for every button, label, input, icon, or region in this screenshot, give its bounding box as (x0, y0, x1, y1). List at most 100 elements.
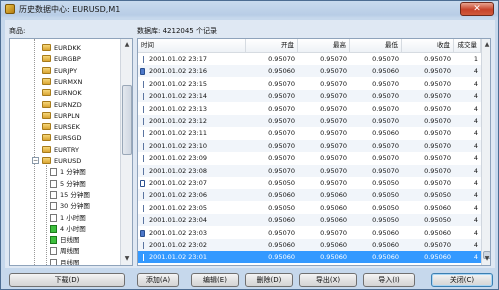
tree-item-eurnok[interactable]: EURNOK (32, 88, 118, 98)
cell-high: 0.95070 (320, 117, 347, 125)
scroll-down-icon[interactable]: ▼ (122, 254, 132, 264)
window-close-icon[interactable]: ✕ (460, 2, 494, 16)
table-row[interactable]: 2001.01.02 23:07 0.95050 0.95070 0.95050 0.9… (138, 177, 481, 189)
tree-period-4[interactable]: 1 小时图 (50, 213, 118, 223)
tree-period-8[interactable]: 月线图 (50, 258, 118, 265)
column-header-high[interactable]: 最高 (298, 39, 350, 52)
cell-close: 0.95070 (424, 67, 451, 76)
scroll-down-icon[interactable]: ▼ (482, 254, 490, 264)
cell-close: 0.95060 (424, 203, 451, 212)
symbol-tree[interactable]: ▲ ▼ EURDKK EURGBP EURJPY EURMXN EURNOK EURNZD… (9, 38, 133, 266)
folder-icon (42, 66, 51, 74)
tree-item-eurmxn[interactable]: EURMXN (32, 77, 118, 87)
cell-volume: 4 (473, 179, 478, 187)
table-row[interactable]: 2001.01.02 23:01 0.95060 0.95060 0.95060 0.9… (138, 251, 481, 264)
table-row[interactable]: 2001.01.02 23:09 0.95070 0.95070 0.95070 0.9… (138, 152, 481, 164)
tree-item-eurusd[interactable]: − EURUSD (32, 156, 118, 166)
tree-item-label: EURNOK (54, 89, 82, 98)
tree-period-7[interactable]: 周线图 (50, 246, 118, 256)
tree-item-label: EURGBP (54, 55, 81, 64)
tree-item-eurtry[interactable]: EURTRY (32, 145, 118, 155)
folder-icon (42, 134, 51, 142)
column-header-close[interactable]: 收盘 (402, 39, 454, 52)
cell-high: 0.95060 (320, 191, 347, 200)
tree-item-eurgbp[interactable]: EURGBP (32, 54, 118, 64)
tree-item-label: EURJPY (54, 66, 78, 75)
column-header-volume[interactable]: 成交量 (454, 39, 481, 52)
table-row[interactable]: 2001.01.02 23:12 0.95070 0.95070 0.95070 0.9… (138, 115, 481, 127)
cell-low: 0.95070 (372, 79, 399, 88)
tree-period-2[interactable]: 15 分钟图 (50, 190, 118, 200)
cell-time: 2001.01.02 23:03 (149, 228, 208, 237)
tree-period-1[interactable]: 5 分钟图 (50, 179, 118, 189)
cell-volume: 4 (473, 203, 478, 212)
scroll-up-icon[interactable]: ▲ (122, 40, 132, 50)
table-row[interactable]: 2001.01.02 23:05 0.95050 0.95060 0.95050 0.9… (138, 202, 481, 214)
cell-volume: 4 (473, 92, 478, 101)
table-row[interactable]: 2001.01.02 23:17 0.95070 0.95070 0.95070 0.9… (138, 53, 481, 65)
folder-icon (42, 100, 51, 108)
expand-toggle-icon[interactable]: − (32, 157, 39, 164)
cell-high: 0.95070 (320, 129, 347, 138)
cell-high: 0.95070 (320, 67, 347, 76)
column-header-time[interactable]: 时间 (138, 39, 246, 52)
cell-volume: 4 (473, 154, 478, 163)
table-row[interactable]: 2001.01.02 23:04 0.95060 0.95060 0.95050 0.9… (138, 214, 481, 227)
tree-period-3[interactable]: 30 分钟图 (50, 201, 118, 211)
cell-open: 0.95050 (268, 203, 295, 212)
tree-period-0[interactable]: 1 分钟图 (50, 167, 118, 177)
tree-item-eurpln[interactable]: EURPLN (32, 111, 118, 121)
cell-time: 2001.01.02 23:07 (149, 179, 208, 187)
chart-period-icon (50, 168, 57, 177)
table-row[interactable]: 2001.01.02 23:14 0.95070 0.95070 0.95070 0.9… (138, 90, 481, 103)
cell-time: 2001.01.02 23:05 (149, 203, 208, 212)
cell-close: 0.95070 (424, 241, 451, 249)
cell-high: 0.95070 (320, 179, 347, 187)
tree-item-eurjpy[interactable]: EURJPY (32, 66, 118, 76)
table-row[interactable]: 2001.01.02 23:06 0.95060 0.95060 0.95050 0.9… (138, 189, 481, 202)
delete-button[interactable]: 删除(D) (245, 273, 293, 287)
scroll-up-icon[interactable]: ▲ (482, 40, 490, 50)
table-row[interactable]: 2001.01.02 23:13 0.95070 0.95070 0.95070 0.9… (138, 103, 481, 115)
add-button[interactable]: 添加(A) (137, 273, 179, 287)
tree-item-eurdkk[interactable]: EURDKK (32, 43, 118, 53)
download-button[interactable]: 下载(D) (9, 273, 125, 287)
quotes-table[interactable]: 时间 开盘 最高 最低 收盘 成交量 ▲ ▼ 2001.01.02 23:17 0.9507… (137, 38, 491, 266)
export-button[interactable]: 导出(X) (299, 273, 357, 287)
table-row[interactable]: 2001.01.02 23:15 0.95070 0.95070 0.95070 0.9… (138, 78, 481, 90)
cell-volume: 4 (473, 117, 478, 125)
table-row[interactable]: 2001.01.02 23:16 0.95060 0.95070 0.95060 0.9… (138, 65, 481, 78)
cell-low: 0.95070 (372, 55, 399, 63)
cell-low: 0.95050 (372, 203, 399, 212)
tree-scroll-thumb[interactable] (122, 85, 132, 155)
cell-open: 0.95060 (268, 191, 295, 200)
cell-time: 2001.01.02 23:01 (149, 253, 208, 262)
column-header-low[interactable]: 最低 (350, 39, 402, 52)
tree-item-eursek[interactable]: EURSEK (32, 122, 118, 132)
tree-item-eurnzd[interactable]: EURNZD (32, 100, 118, 110)
chart-period-icon (50, 202, 57, 211)
table-row[interactable]: 2001.01.02 23:03 0.95070 0.95070 0.95060 0.9… (138, 227, 481, 239)
cell-low: 0.95070 (372, 166, 399, 175)
tree-period-5[interactable]: 4 小时图 (50, 224, 118, 234)
tree-item-eursgd[interactable]: EURSGD (32, 133, 118, 143)
table-row[interactable]: 2001.01.02 23:02 0.95060 0.95060 0.95060 0.9… (138, 239, 481, 251)
cell-volume: 1 (473, 55, 478, 63)
edit-button[interactable]: 编辑(E) (191, 273, 239, 287)
column-header-open[interactable]: 开盘 (246, 39, 298, 52)
cell-open: 0.95070 (268, 79, 295, 88)
tree-item-label: EURMXN (54, 77, 83, 86)
table-scrollbar[interactable]: ▲ ▼ (481, 39, 490, 265)
import-button[interactable]: 导入(I) (363, 273, 415, 287)
cell-volume: 4 (473, 104, 478, 113)
title-bar[interactable]: 历史数据中心: EURUSD,M1 ✕ (1, 1, 498, 18)
table-row[interactable]: 2001.01.02 23:11 0.95070 0.95070 0.95060 0.9… (138, 127, 481, 139)
tree-period-6[interactable]: 日线图 (50, 235, 118, 245)
table-row[interactable]: 2001.01.02 23:10 0.95070 0.95070 0.95070 0.9… (138, 139, 481, 152)
folder-icon (42, 55, 51, 63)
tree-scrollbar[interactable]: ▲ ▼ (120, 39, 132, 265)
chart-period-icon (50, 213, 57, 222)
table-row[interactable]: 2001.01.02 23:08 0.95070 0.95070 0.95070 0.9… (138, 164, 481, 177)
cell-volume: 4 (473, 216, 478, 225)
close-button[interactable]: 关闭(C) (431, 273, 493, 287)
